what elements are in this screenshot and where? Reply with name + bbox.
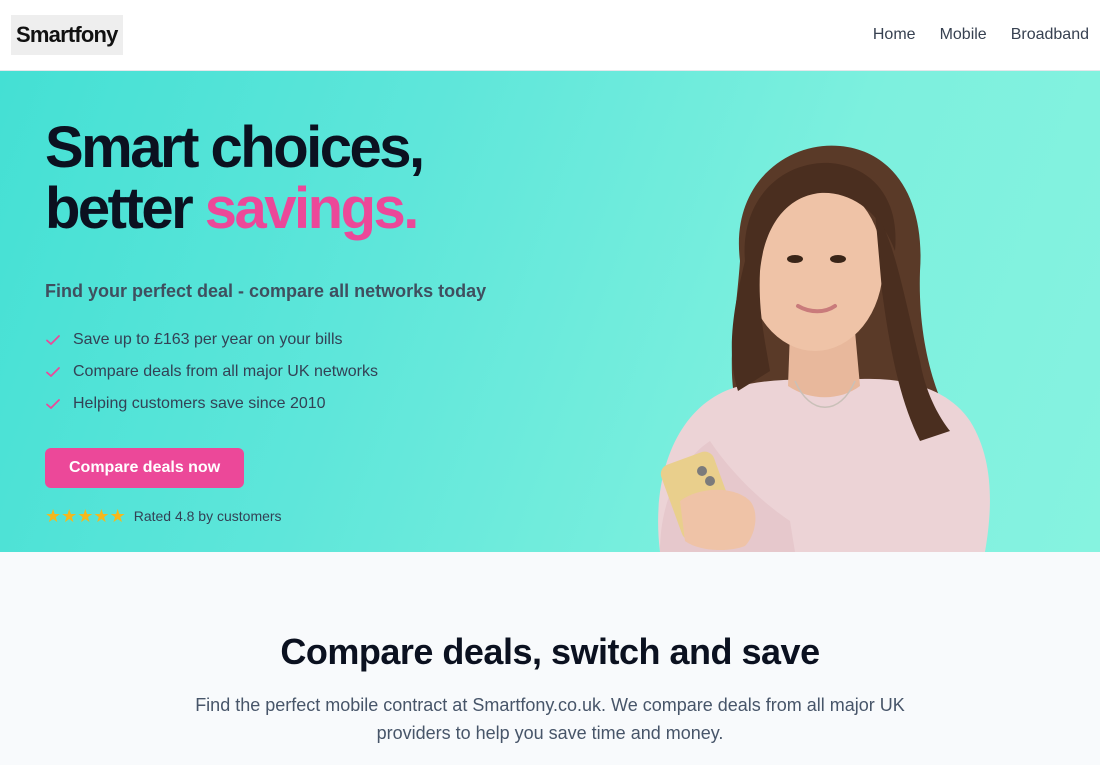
headline-line-1: Smart choices,: [45, 115, 425, 180]
hero-section: Smart choices, better savings. Find your…: [0, 71, 1100, 552]
headline-accent: savings.: [204, 176, 420, 241]
star-icon: ★: [93, 506, 110, 526]
nav-mobile-link[interactable]: Mobile: [940, 26, 987, 44]
hero-image-woman-with-phone: [658, 145, 990, 552]
check-icon: [45, 364, 61, 380]
star-rating: ★ ★ ★ ★ ★: [45, 506, 126, 526]
compare-deals-button[interactable]: Compare deals now: [45, 448, 245, 488]
hero-subhead: Find your perfect deal - compare all net…: [45, 281, 487, 301]
section-body: Find the perfect mobile contract at Smar…: [195, 695, 905, 743]
hero-content: Smart choices, better savings. Find your…: [45, 117, 565, 526]
benefit-text: Compare deals from all major UK networks: [73, 363, 378, 380]
nav-home-link[interactable]: Home: [873, 26, 916, 44]
main-nav: Home Mobile Broadband: [873, 26, 1089, 44]
benefits-list: Save up to £163 per year on your bills C…: [45, 324, 565, 420]
check-icon: [45, 396, 61, 412]
section-title: Compare deals, switch and save: [280, 631, 820, 672]
benefit-item: Compare deals from all major UK networks: [45, 356, 565, 388]
star-icon: ★: [45, 506, 62, 526]
rating-text: Rated 4.8 by customers: [133, 508, 282, 524]
headline-line-2-prefix: better: [45, 176, 205, 241]
benefit-text: Helping customers save since 2010: [73, 395, 326, 412]
compare-section: Compare deals, switch and save Find the …: [0, 552, 1100, 765]
check-icon: [45, 332, 61, 348]
star-icon: ★: [109, 506, 126, 526]
star-icon: ★: [61, 506, 78, 526]
logo[interactable]: Smartfony: [11, 15, 123, 55]
customer-rating: ★ ★ ★ ★ ★ Rated 4.8 by customers: [45, 506, 565, 526]
nav-broadband-link[interactable]: Broadband: [1011, 26, 1089, 44]
star-icon: ★: [77, 506, 94, 526]
site-header: Smartfony Home Mobile Broadband: [0, 0, 1100, 71]
benefit-text: Save up to £163 per year on your bills: [73, 331, 343, 348]
benefit-item: Helping customers save since 2010: [45, 388, 565, 420]
hero-headline: Smart choices, better savings.: [45, 117, 565, 239]
benefit-item: Save up to £163 per year on your bills: [45, 324, 565, 356]
